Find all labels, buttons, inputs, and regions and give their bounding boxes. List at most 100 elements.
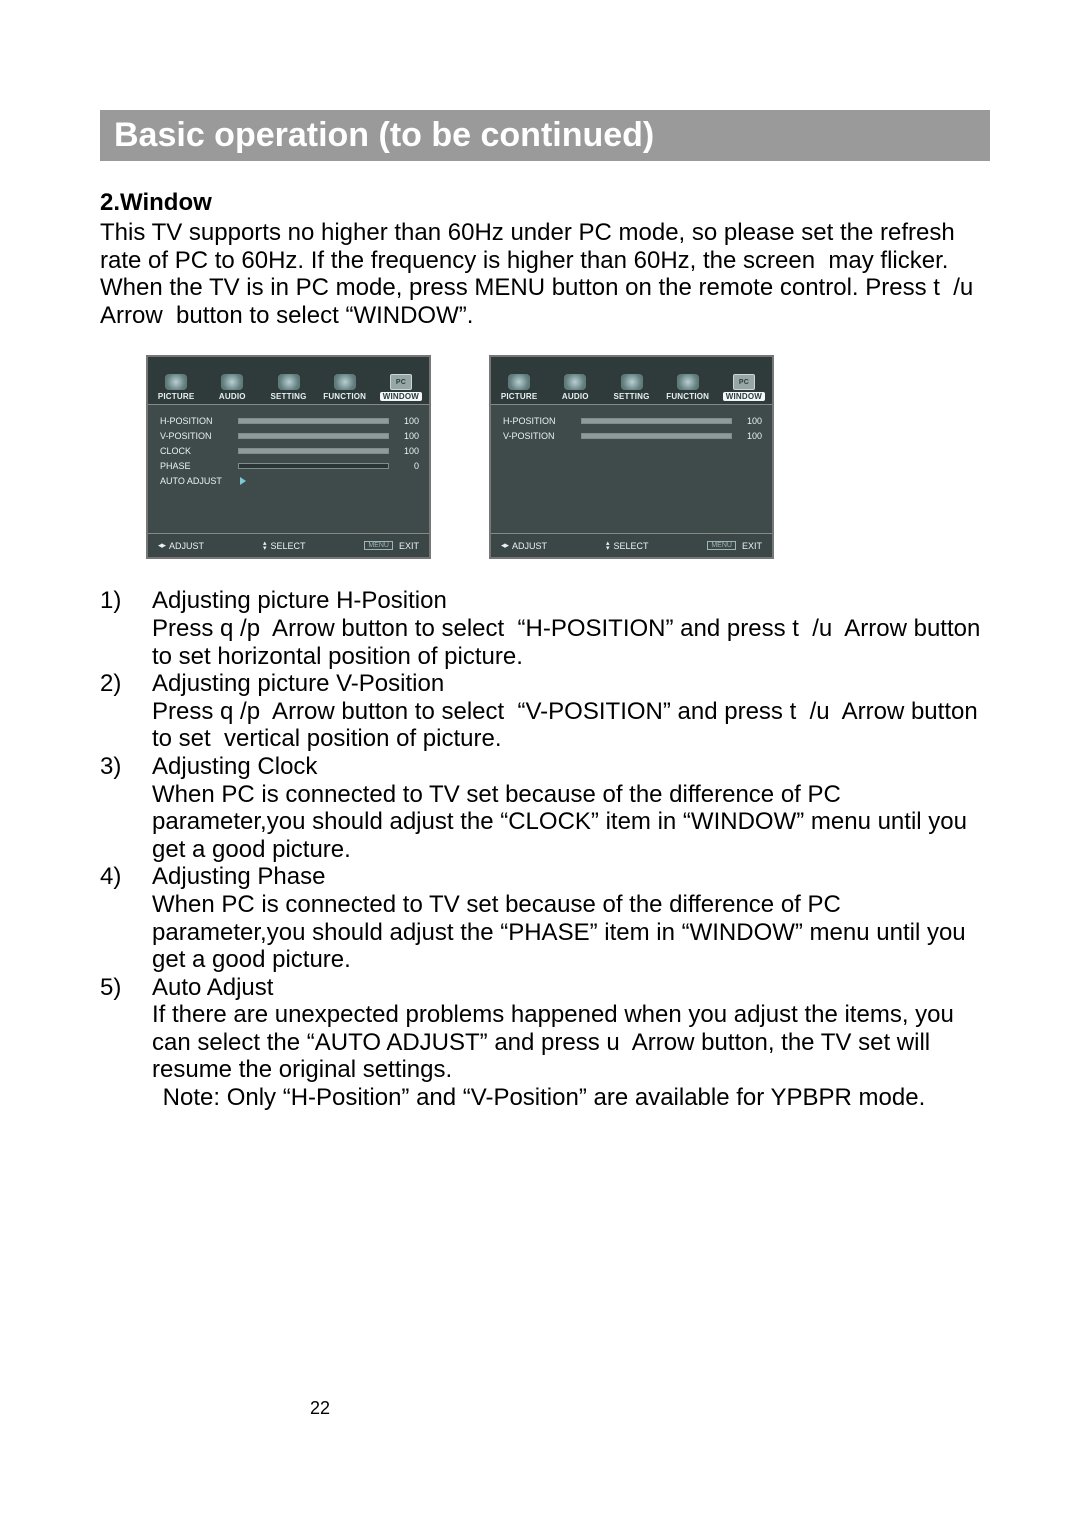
- step-3: 3)Adjusting ClockWhen PC is connected to…: [100, 753, 990, 863]
- tab-window: PC WINDOW: [373, 357, 429, 404]
- footer-exit: MENU EXIT: [707, 541, 762, 551]
- step-text: If there are unexpected problems happene…: [152, 1001, 990, 1084]
- step-text: When PC is connected to TV set because o…: [152, 891, 990, 974]
- row-phase: PHASE0: [160, 458, 419, 473]
- menu-badge: MENU: [707, 541, 736, 550]
- subsection-title: 2.Window: [100, 189, 990, 217]
- tab-label: AUDIO: [219, 392, 246, 401]
- row-vposition: V-POSITION 100: [503, 428, 762, 443]
- tab-label: WINDOW: [380, 392, 422, 401]
- slider-bar: [581, 433, 732, 439]
- tab-function: FUNCTION: [660, 357, 716, 404]
- step-text: Press q /p Arrow button to select “V-POS…: [152, 698, 990, 753]
- footer-select: ▴▾SELECT: [263, 541, 306, 551]
- step-title: Adjusting Clock: [152, 753, 990, 781]
- row-vposition: V-POSITION100: [160, 428, 419, 443]
- tab-window: PC WINDOW: [716, 357, 772, 404]
- step-title: Adjusting picture V-Position: [152, 670, 990, 698]
- tab-label: FUNCTION: [666, 392, 709, 401]
- tab-picture: PICTURE: [148, 357, 204, 404]
- slider-bar: [581, 418, 732, 424]
- step-number: 2): [100, 670, 152, 753]
- footer-label: SELECT: [270, 541, 305, 551]
- tab-label: PICTURE: [158, 392, 195, 401]
- osd-tabs: PICTURE AUDIO SETTING FUNCTION PC WINDOW: [491, 357, 772, 405]
- tab-audio: AUDIO: [204, 357, 260, 404]
- step-title: Auto Adjust: [152, 974, 990, 1002]
- step-number: 1): [100, 587, 152, 670]
- arrows-ud-icon: ▴▾: [606, 541, 610, 551]
- row-hposition: H-POSITION100: [503, 413, 762, 428]
- footer-label: SELECT: [613, 541, 648, 551]
- osd-footer: ADJUST ▴▾SELECT MENU EXIT: [491, 533, 772, 557]
- setting-icon: [278, 374, 300, 390]
- page-number: 22: [310, 1398, 330, 1419]
- step-text: Press q /p Arrow button to select “H-POS…: [152, 615, 990, 670]
- instructions-list: 1)Adjusting picture H-PositionPress q /p…: [100, 587, 990, 1084]
- note-text: Note: Only “H-Position” and “V-Position”…: [156, 1084, 990, 1112]
- step-number: 3): [100, 753, 152, 863]
- footer-select: ▴▾SELECT: [606, 541, 649, 551]
- tab-label: WINDOW: [723, 392, 765, 401]
- osd-screenshot-left: PICTURE AUDIO SETTING FUNCTION PCWINDOW …: [146, 355, 431, 559]
- menu-badge: MENU: [364, 541, 393, 550]
- audio-icon: [564, 374, 586, 390]
- row-label: CLOCK: [160, 446, 232, 456]
- row-autoadjust: AUTO ADJUST: [160, 473, 419, 488]
- row-label: V-POSITION: [160, 431, 232, 441]
- step-1: 1)Adjusting picture H-PositionPress q /p…: [100, 587, 990, 670]
- tab-label: SETTING: [270, 392, 306, 401]
- row-value: 100: [395, 446, 419, 456]
- arrows-ud-icon: ▴▾: [263, 541, 267, 551]
- picture-icon: [165, 374, 187, 390]
- row-hposition: H-POSITION100: [160, 413, 419, 428]
- step-4: 4)Adjusting PhaseWhen PC is connected to…: [100, 863, 990, 973]
- footer-label: ADJUST: [512, 541, 547, 551]
- footer-adjust: ADJUST: [158, 540, 204, 551]
- step-text: When PC is connected to TV set because o…: [152, 781, 990, 864]
- pc-icon: PC: [390, 374, 412, 390]
- step-5: 5)Auto AdjustIf there are unexpected pro…: [100, 974, 990, 1084]
- footer-label: EXIT: [742, 541, 762, 551]
- osd-content: H-POSITION100 V-POSITION 100: [491, 405, 772, 533]
- footer-adjust: ADJUST: [501, 540, 547, 551]
- row-label: H-POSITION: [160, 416, 232, 426]
- tab-picture: PICTURE: [491, 357, 547, 404]
- row-value: 100: [738, 431, 762, 441]
- row-label: V-POSITION: [503, 431, 575, 441]
- pc-label: PC: [739, 379, 749, 386]
- pc-label: PC: [396, 379, 406, 386]
- footer-label: ADJUST: [169, 541, 204, 551]
- slider-bar: [238, 448, 389, 454]
- tab-function: FUNCTION: [317, 357, 373, 404]
- slider-bar: [238, 433, 389, 439]
- section-header: Basic operation (to be continued): [100, 110, 990, 161]
- step-2: 2)Adjusting picture V-PositionPress q /p…: [100, 670, 990, 753]
- slider-bar: [238, 418, 389, 424]
- tab-audio: AUDIO: [547, 357, 603, 404]
- row-clock: CLOCK 100: [160, 443, 419, 458]
- osd-tabs: PICTURE AUDIO SETTING FUNCTION PC WINDOW: [148, 357, 429, 405]
- intro-text: This TV supports no higher than 60Hz und…: [100, 219, 990, 329]
- step-title: Adjusting picture H-Position: [152, 587, 990, 615]
- osd-content: H-POSITION100 V-POSITION100 CLOCK 100 PHA…: [148, 405, 429, 533]
- step-number: 4): [100, 863, 152, 973]
- triangle-right-icon: [240, 477, 246, 485]
- step-title: Adjusting Phase: [152, 863, 990, 891]
- tab-setting: SETTING: [603, 357, 659, 404]
- row-value: 100: [738, 416, 762, 426]
- row-label: PHASE: [160, 461, 232, 471]
- osd-screenshots: PICTURE AUDIO SETTING FUNCTION PCWINDOW …: [146, 355, 990, 559]
- slider-bar: [238, 463, 389, 469]
- setting-icon: [621, 374, 643, 390]
- audio-icon: [221, 374, 243, 390]
- function-icon: [334, 374, 356, 390]
- arrows-lr-icon: [501, 540, 508, 551]
- pc-icon: PC: [733, 374, 755, 390]
- function-icon: [677, 374, 699, 390]
- tab-label: SETTING: [613, 392, 649, 401]
- step-number: 5): [100, 974, 152, 1084]
- tab-label: AUDIO: [562, 392, 589, 401]
- tab-label: PICTURE: [501, 392, 538, 401]
- osd-screenshot-right: PICTURE AUDIO SETTING FUNCTION PCWINDOW …: [489, 355, 774, 559]
